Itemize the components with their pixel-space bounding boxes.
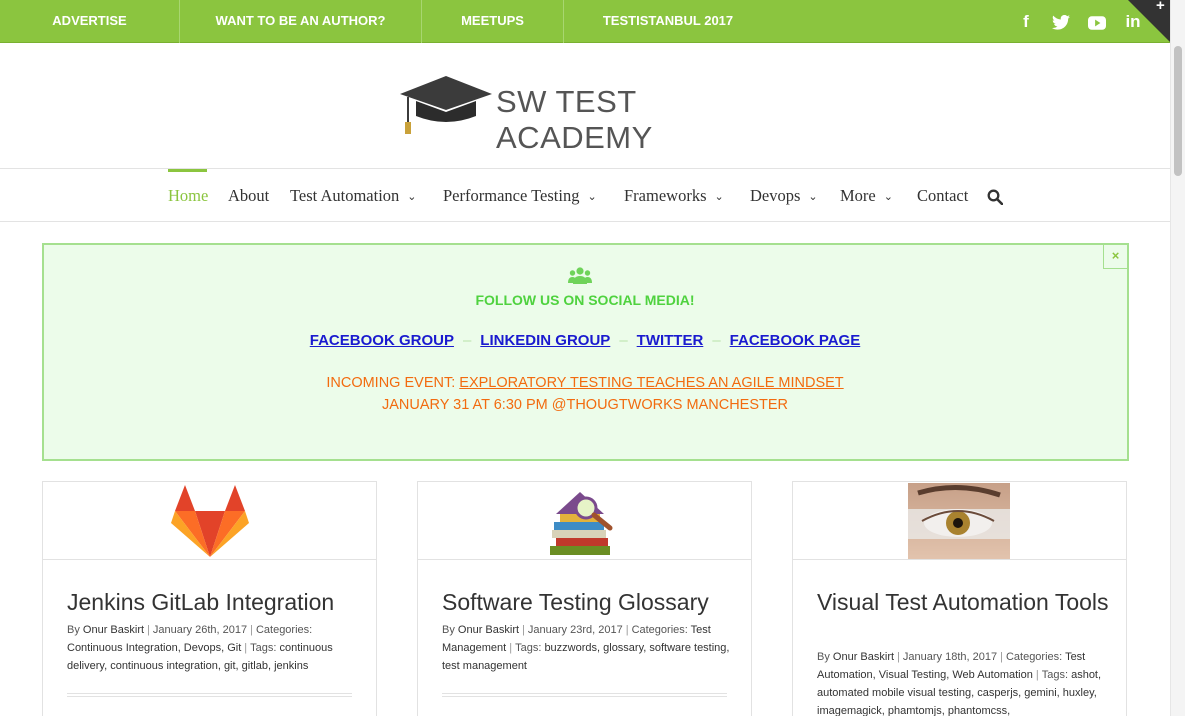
separator: – [619, 332, 628, 349]
divider [0, 221, 1170, 222]
nav-label: Test Automation [290, 186, 400, 205]
nav-label: Home [168, 186, 209, 205]
site-logo[interactable]: SW TEST ACADEMY [398, 70, 778, 155]
facebook-icon[interactable]: f [1013, 0, 1039, 43]
facebook-group-link[interactable]: FACEBOOK GROUP [310, 332, 454, 349]
post-card: Software Testing Glossary By Onur Baskir… [417, 481, 752, 716]
post-date: January 23rd, 2017 [527, 624, 623, 636]
post-card: Visual Test Automation Tools By Onur Bas… [792, 481, 1127, 716]
books-magnifier-icon [550, 492, 613, 555]
scrollbar-thumb[interactable] [1174, 46, 1182, 176]
scrollbar[interactable] [1170, 0, 1185, 716]
nav-label: Performance Testing [443, 186, 580, 205]
divider [442, 693, 727, 697]
chevron-down-icon: ⌄ [407, 190, 417, 203]
post-title[interactable]: Software Testing Glossary [442, 589, 742, 616]
facebook-page-link[interactable]: FACEBOOK PAGE [730, 332, 861, 349]
gitlab-logo-icon [171, 485, 249, 557]
separator: – [712, 332, 721, 349]
separator: – [462, 332, 472, 349]
notice-heading: FOLLOW US ON SOCIAL MEDIA! [475, 292, 695, 308]
nav-label: More [840, 186, 876, 205]
categories-label: Categories: [255, 624, 313, 636]
post-author[interactable]: Onur Baskirt [458, 624, 519, 636]
tags-label: Tags: [515, 642, 545, 654]
chevron-down-icon: ⌄ [714, 190, 724, 203]
logo-text: SW TEST ACADEMY [496, 84, 653, 155]
social-links: FACEBOOK GROUP – LINKEDIN GROUP – TWITTER – FA… [0, 332, 1170, 349]
by-label: By [67, 624, 83, 636]
post-categories[interactable]: Continuous Integration, Devops, Git [67, 642, 241, 654]
nav-item-devops[interactable]: Devops ⌄ [750, 186, 818, 206]
top-bar: ADVERTISE WANT TO BE AN AUTHOR? MEETUPS … [0, 0, 1170, 43]
post-date: January 26th, 2017 [152, 624, 248, 636]
tags-label: Tags: [250, 642, 280, 654]
post-image[interactable] [418, 482, 751, 560]
event-line: INCOMING EVENT: EXPLORATORY TESTING TEAC… [0, 375, 1170, 391]
post-meta: By Onur Baskirt | January 23rd, 2017 | Categ… [442, 624, 730, 672]
chevron-down-icon: ⌄ [808, 190, 818, 203]
twitter-icon[interactable] [1048, 0, 1074, 43]
nav-label: Contact [917, 186, 969, 205]
topbar-link-meetups[interactable]: MEETUPS [422, 0, 564, 43]
nav-item-more[interactable]: More ⌄ [840, 186, 893, 206]
post-title[interactable]: Visual Test Automation Tools [817, 589, 1117, 616]
twitter-link[interactable]: TWITTER [637, 332, 704, 349]
nav-item-contact[interactable]: Contact [917, 186, 968, 206]
nav-label: Devops [750, 186, 801, 205]
chevron-down-icon: ⌄ [883, 190, 893, 203]
nav-label: About [228, 186, 270, 205]
linkedin-group-link[interactable]: LINKEDIN GROUP [480, 332, 610, 349]
post-author[interactable]: Onur Baskirt [833, 651, 894, 663]
by-label: By [442, 624, 458, 636]
search-icon[interactable] [987, 189, 1003, 205]
eye-photo-icon [908, 483, 1010, 559]
topbar-link-testistanbul[interactable]: TESTISTANBUL 2017 [564, 0, 772, 43]
by-label: By [817, 651, 833, 663]
nav-item-performance-testing[interactable]: Performance Testing ⌄ [443, 186, 597, 206]
post-meta: By Onur Baskirt | January 18th, 2017 | Categ… [817, 651, 1102, 716]
nav-item-about[interactable]: About [228, 186, 269, 206]
post-title[interactable]: Jenkins GitLab Integration [67, 589, 367, 616]
topbar-link-advertise[interactable]: ADVERTISE [0, 0, 180, 43]
nav-item-home[interactable]: Home [168, 186, 208, 206]
event-details: JANUARY 31 AT 6:30 PM @THOUGTWORKS MANCH… [381, 397, 789, 413]
plus-icon[interactable]: + [1156, 0, 1165, 14]
categories-label: Categories: [631, 624, 691, 636]
categories-label: Categories: [1005, 651, 1066, 663]
nav-label: Frameworks [624, 186, 707, 205]
graduation-cap-icon [400, 76, 492, 134]
post-image[interactable] [793, 482, 1126, 560]
nav-item-frameworks[interactable]: Frameworks ⌄ [624, 186, 724, 206]
post-meta: By Onur Baskirt | January 26th, 2017 | Categ… [67, 624, 333, 672]
post-image[interactable] [43, 482, 376, 560]
event-prefix: INCOMING EVENT: [326, 375, 460, 391]
topbar-link-author[interactable]: WANT TO BE AN AUTHOR? [180, 0, 422, 43]
post-date: January 18th, 2017 [902, 651, 998, 663]
youtube-icon[interactable] [1084, 0, 1110, 43]
nav-item-test-automation[interactable]: Test Automation ⌄ [290, 186, 417, 206]
tags-label: Tags: [1041, 669, 1072, 681]
event-link[interactable]: EXPLORATORY TESTING TEACHES AN AGILE MIN… [459, 375, 843, 391]
users-icon [568, 267, 592, 284]
nav-active-indicator [168, 169, 207, 172]
post-author[interactable]: Onur Baskirt [83, 624, 144, 636]
close-icon[interactable]: × [1103, 245, 1127, 269]
post-card: Jenkins GitLab Integration By Onur Baski… [42, 481, 377, 716]
divider [67, 693, 352, 697]
chevron-down-icon: ⌄ [587, 190, 597, 203]
